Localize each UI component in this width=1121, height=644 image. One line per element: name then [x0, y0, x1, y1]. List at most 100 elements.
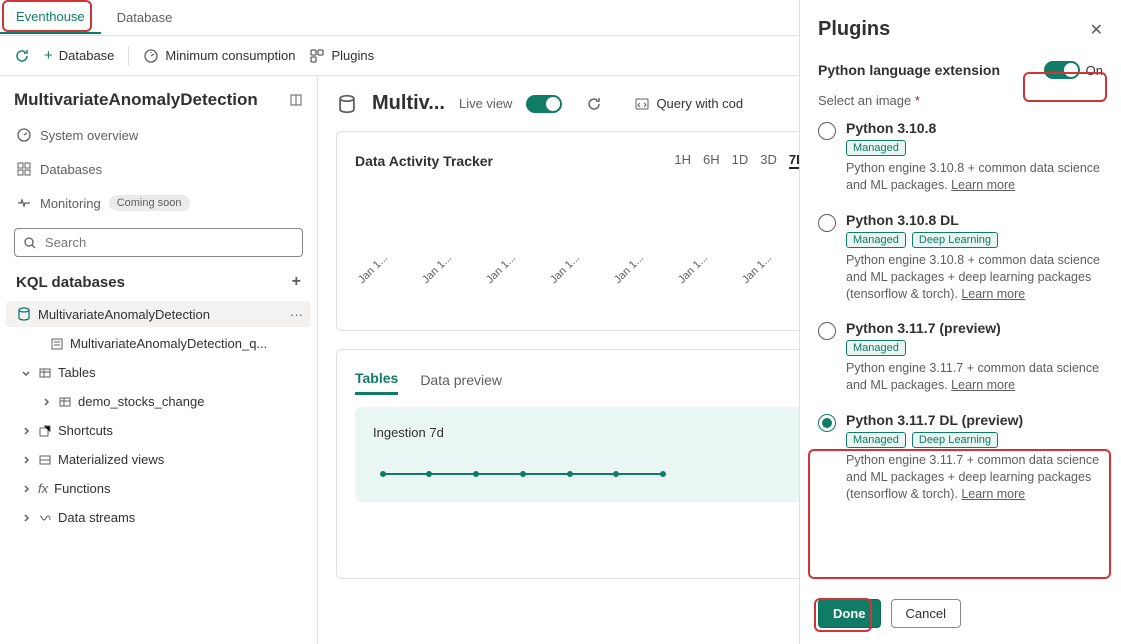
query-with-code-button[interactable]: Query with cod	[634, 96, 743, 112]
axis-tick: Jan 1...	[484, 252, 518, 286]
chevron-right-icon[interactable]	[20, 512, 32, 524]
plugins-button[interactable]: Plugins	[309, 48, 374, 64]
axis-tick: Jan 1...	[741, 252, 775, 286]
live-view-label: Live view	[459, 96, 512, 111]
tree-functions[interactable]: fx Functions	[6, 476, 311, 501]
plus-icon: +	[44, 47, 53, 64]
chevron-right-icon[interactable]	[20, 454, 32, 466]
learn-more-link[interactable]: Learn more	[951, 178, 1015, 192]
sidebar-item-monitoring[interactable]: Monitoring Coming soon	[6, 188, 311, 218]
sidebar-item-system-overview[interactable]: System overview	[6, 120, 311, 150]
range-6h[interactable]: 6H	[703, 152, 720, 169]
axis-tick: Jan 1...	[548, 252, 582, 286]
tree-table-label: demo_stocks_change	[78, 394, 204, 409]
learn-more-link[interactable]: Learn more	[961, 287, 1025, 301]
kql-databases-label: KQL databases	[16, 274, 125, 291]
highlight-selected-option	[808, 449, 1111, 579]
badge: Deep Learning	[912, 232, 998, 248]
highlight-toggle	[1023, 72, 1107, 102]
radio-badges: ManagedDeep Learning	[846, 232, 1103, 248]
toolbar-plugins-label: Plugins	[331, 48, 374, 63]
tree-shortcuts-label: Shortcuts	[58, 423, 113, 438]
table-icon	[58, 395, 72, 409]
queryset-icon	[50, 337, 64, 351]
badge: Deep Learning	[912, 432, 998, 448]
range-1h[interactable]: 1H	[674, 152, 691, 169]
plugins-panel: Plugins ✕ Python language extension On S…	[799, 0, 1121, 644]
pin-icon[interactable]	[289, 93, 303, 107]
radio-icon[interactable]	[818, 414, 836, 432]
new-database-button[interactable]: + Database	[44, 47, 114, 64]
tree-matviews[interactable]: Materialized views	[6, 447, 311, 472]
radio-desc: Python engine 3.11.7 + common data scien…	[846, 360, 1103, 394]
range-1d[interactable]: 1D	[732, 152, 749, 169]
radio-list: Python 3.10.8 Managed Python engine 3.10.8…	[818, 118, 1103, 505]
refresh-button[interactable]	[14, 48, 30, 64]
tree-tables-label: Tables	[58, 365, 96, 380]
sidebar-search[interactable]	[14, 228, 303, 257]
radio-option-2[interactable]: Python 3.11.7 (preview)ManagedPython eng…	[818, 318, 1103, 396]
radio-title: Python 3.10.8	[846, 120, 1103, 136]
toolbar-min-consumption-label: Minimum consumption	[165, 48, 295, 63]
plugins-icon	[309, 48, 325, 64]
sidebar-title: MultivariateAnomalyDetection	[14, 90, 258, 110]
radio-title: Python 3.10.8 DL	[846, 212, 1103, 228]
radio-desc: Python engine 3.10.8 + common data scien…	[846, 160, 1103, 194]
coming-soon-badge: Coming soon	[109, 195, 190, 211]
sidebar-item-databases[interactable]: Databases	[6, 154, 311, 184]
axis-tick: Jan 1...	[676, 252, 710, 286]
databases-icon	[16, 161, 32, 177]
learn-more-link[interactable]: Learn more	[951, 378, 1015, 392]
plus-icon[interactable]: +	[292, 273, 301, 291]
sidebar-item-label: System overview	[40, 128, 138, 143]
radio-option-1[interactable]: Python 3.10.8 DL ManagedDeep Learning Pyth…	[818, 210, 1103, 305]
radio-badges: ManagedDeep Learning	[846, 432, 1103, 448]
tree-queryset[interactable]: MultivariateAnomalyDetection_q...	[6, 331, 311, 356]
chevron-down-icon[interactable]	[20, 367, 32, 379]
radio-desc: Python engine 3.10.8 + common data scien…	[846, 252, 1103, 303]
gauge-icon	[143, 48, 159, 64]
tab-data-preview[interactable]: Data preview	[420, 366, 502, 394]
toolbar-database-label: Database	[59, 48, 115, 63]
sidebar-search-input[interactable]	[43, 234, 294, 251]
kql-databases-header: KQL databases +	[6, 267, 311, 297]
radio-icon[interactable]	[818, 214, 836, 232]
radio-badges: Managed	[846, 340, 1103, 356]
tree-db[interactable]: MultivariateAnomalyDetection ···	[6, 301, 311, 327]
radio-icon[interactable]	[818, 322, 836, 340]
chevron-right-icon[interactable]	[20, 425, 32, 437]
range-3d[interactable]: 3D	[760, 152, 777, 169]
close-icon[interactable]: ✕	[1090, 20, 1103, 40]
tab-tables[interactable]: Tables	[355, 364, 398, 395]
highlight-eventhouse-tab	[2, 0, 92, 32]
tree-table-item[interactable]: demo_stocks_change	[6, 389, 311, 414]
shortcut-icon	[38, 424, 52, 438]
chevron-right-icon[interactable]	[40, 396, 52, 408]
tab-database[interactable]: Database	[101, 2, 189, 33]
tree-tables[interactable]: Tables	[6, 360, 311, 385]
axis-tick: Jan 1...	[420, 252, 454, 286]
tree-datastreams[interactable]: Data streams	[6, 505, 311, 530]
panel-title: Plugins	[818, 18, 890, 41]
live-view-toggle[interactable]	[526, 95, 562, 113]
code-icon	[634, 96, 650, 112]
tree-db-label: MultivariateAnomalyDetection	[38, 307, 210, 322]
radio-icon[interactable]	[818, 122, 836, 140]
tree-matviews-label: Materialized views	[58, 452, 164, 467]
chevron-right-icon[interactable]	[20, 483, 32, 495]
tree-shortcuts[interactable]: Shortcuts	[6, 418, 311, 443]
refresh-icon[interactable]	[586, 96, 602, 112]
gauge-icon	[16, 127, 32, 143]
radio-badges: Managed	[846, 140, 1103, 156]
radio-option-0[interactable]: Python 3.10.8 Managed Python engine 3.10.8…	[818, 118, 1103, 196]
axis-tick: Jan 1...	[356, 252, 390, 286]
sidebar: MultivariateAnomalyDetection System over…	[0, 76, 318, 644]
matview-icon	[38, 453, 52, 467]
refresh-icon	[14, 48, 30, 64]
function-icon: fx	[38, 481, 48, 496]
tree-more-icon[interactable]: ···	[290, 307, 303, 322]
cancel-button[interactable]: Cancel	[891, 599, 961, 628]
min-consumption-button[interactable]: Minimum consumption	[143, 48, 295, 64]
tree-functions-label: Functions	[54, 481, 110, 496]
highlight-done-button	[814, 598, 872, 632]
